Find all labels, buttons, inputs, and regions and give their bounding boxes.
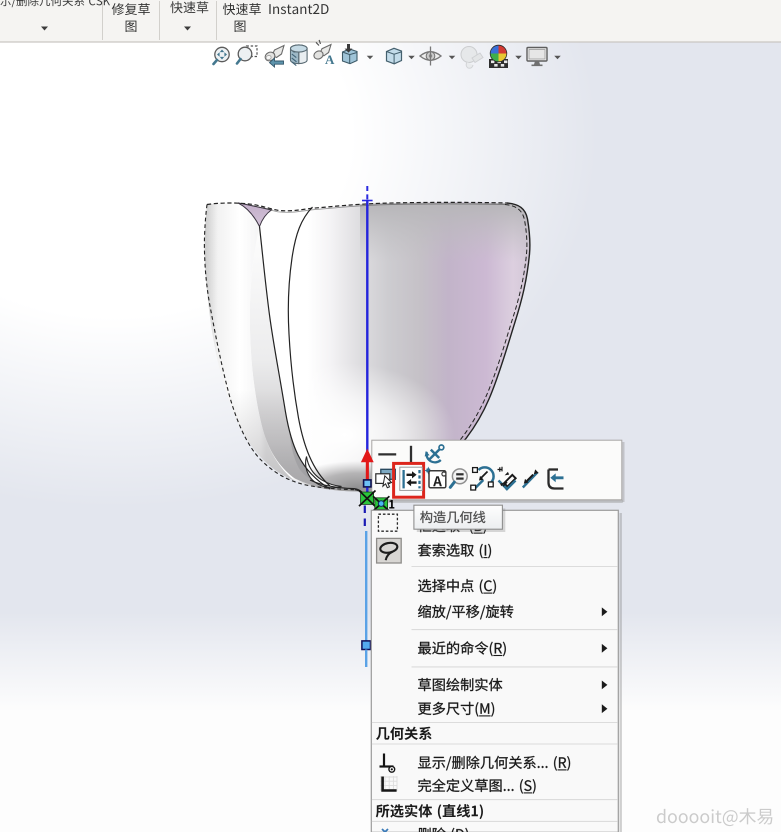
- svg-text:A: A: [325, 52, 335, 67]
